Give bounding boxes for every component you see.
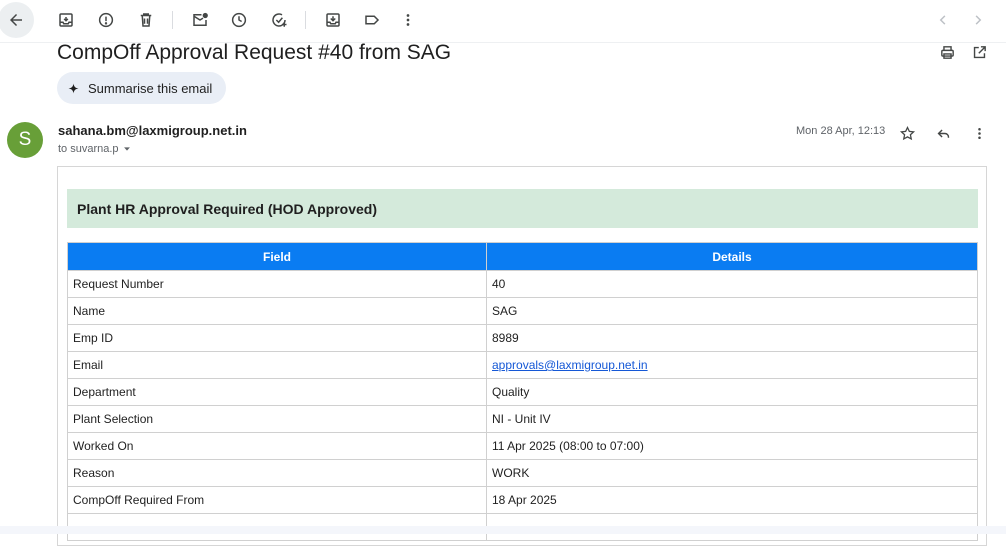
more-actions-icon[interactable]: [968, 122, 990, 144]
summarise-email-button[interactable]: Summarise this email: [57, 72, 227, 104]
more-options-icon[interactable]: [390, 2, 426, 38]
value-cell: WORK: [486, 459, 978, 487]
column-header-field: Field: [67, 242, 487, 271]
previous-message-icon[interactable]: [925, 2, 961, 38]
table-row: Department Quality: [67, 378, 978, 406]
report-spam-icon[interactable]: [88, 2, 124, 38]
table-row: Plant Selection NI - Unit IV: [67, 405, 978, 433]
field-cell: CompOff Required From: [67, 486, 487, 514]
value-cell: approvals@laxmigroup.net.in: [486, 351, 978, 379]
summarise-label: Summarise this email: [88, 80, 213, 96]
field-cell: Department: [67, 378, 487, 406]
recipient-label: to suvarna.p: [58, 143, 119, 155]
table-row: Worked On 11 Apr 2025 (08:00 to 07:00): [67, 432, 978, 460]
table-row: Request Number 40: [67, 270, 978, 298]
sparkle-icon: [68, 83, 79, 93]
print-icon[interactable]: [937, 42, 957, 62]
message-toolbar: [0, 0, 1006, 40]
sender-email[interactable]: sahana.bm@laxmigroup.net.in: [58, 123, 247, 138]
toolbar-divider: [172, 11, 173, 29]
field-cell: Emp ID: [67, 324, 487, 352]
recipient-details[interactable]: to suvarna.p: [58, 143, 132, 155]
table-row: Name SAG: [67, 297, 978, 325]
table-row: Emp ID 8989: [67, 324, 978, 352]
archive-icon[interactable]: [48, 2, 84, 38]
value-cell: NI - Unit IV: [486, 405, 978, 433]
open-in-new-window-icon[interactable]: [969, 42, 989, 62]
request-details-table: Field Details Request Number 40 Name SAG…: [67, 242, 978, 541]
sender-avatar[interactable]: S: [7, 122, 43, 158]
snooze-icon[interactable]: [221, 2, 257, 38]
field-cell: Plant Selection: [67, 405, 487, 433]
value-cell: 18 Apr 2025: [486, 486, 978, 514]
value-cell: Quality: [486, 378, 978, 406]
value-cell: SAG: [486, 297, 978, 325]
table-row: Reason WORK: [67, 459, 978, 487]
value-cell: 40: [486, 270, 978, 298]
approval-banner: Plant HR Approval Required (HOD Approved…: [67, 189, 978, 228]
back-arrow-icon[interactable]: [0, 2, 34, 38]
email-link[interactable]: approvals@laxmigroup.net.in: [492, 358, 648, 372]
table-row: Email approvals@laxmigroup.net.in: [67, 351, 978, 379]
reply-icon[interactable]: [932, 122, 954, 144]
field-cell: Reason: [67, 459, 487, 487]
star-icon[interactable]: [896, 122, 918, 144]
field-cell: Request Number: [67, 270, 487, 298]
value-cell: 11 Apr 2025 (08:00 to 07:00): [486, 432, 978, 460]
field-cell: Name: [67, 297, 487, 325]
column-header-details: Details: [486, 242, 978, 271]
toolbar-divider: [305, 11, 306, 29]
delete-icon[interactable]: [128, 2, 164, 38]
email-timestamp: Mon 28 Apr, 12:13: [796, 125, 886, 137]
table-header-row: Field Details: [67, 242, 978, 271]
caret-down-icon: [123, 147, 130, 151]
value-cell: 8989: [486, 324, 978, 352]
next-message-icon[interactable]: [960, 2, 996, 38]
bottom-strip: [0, 526, 1006, 534]
move-to-icon[interactable]: [315, 2, 351, 38]
table-row: CompOff Required From 18 Apr 2025: [67, 486, 978, 514]
labels-icon[interactable]: [354, 2, 390, 38]
add-to-tasks-icon[interactable]: [261, 2, 297, 38]
field-cell: Worked On: [67, 432, 487, 460]
mark-unread-icon[interactable]: [182, 2, 218, 38]
email-subject: CompOff Approval Request #40 from SAG: [57, 41, 452, 64]
field-cell: Email: [67, 351, 487, 379]
